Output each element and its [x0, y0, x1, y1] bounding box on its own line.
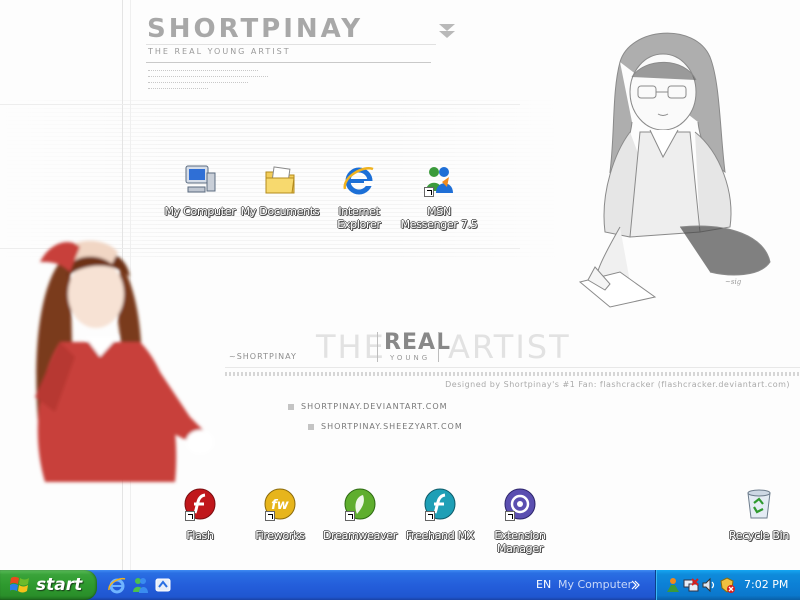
logo-rule [146, 44, 436, 45]
my-computer-label: My Computer [164, 205, 236, 218]
tagline-artist: ARTIST [448, 328, 571, 366]
recycle-bin-label: Recycle Bin [728, 529, 790, 542]
desktop-icon-my-computer[interactable]: My Computer [160, 163, 240, 218]
internet-explorer-icon[interactable] [108, 576, 126, 594]
chevron-down-icon [439, 24, 455, 38]
my-documents-label: My Documents [240, 205, 320, 218]
tagline-real: REAL [384, 330, 452, 355]
start-button[interactable]: start [0, 570, 97, 600]
desktop-icon-extension-manager[interactable]: Extension Manager [480, 487, 560, 555]
taskbar: start EN My Computer 7:02 PM [0, 570, 800, 600]
extension-manager-label: Extension Manager [494, 529, 546, 555]
start-label: start [36, 575, 83, 595]
wallpaper-fine-print [148, 88, 208, 92]
desktop-icon-flash[interactable]: Flash [160, 487, 240, 542]
desktop-icon-recycle-bin[interactable]: Recycle Bin [719, 487, 799, 542]
documents-folder-icon [265, 166, 295, 194]
wallpaper-fine-print [148, 70, 258, 74]
tagline-the: THE [316, 328, 386, 366]
msn-status-icon[interactable] [665, 577, 681, 593]
network-icon[interactable] [683, 577, 699, 593]
tagline-separator [377, 332, 378, 362]
windows-logo-icon [10, 576, 29, 593]
sheezyart-link-text: SHORTPINAY.SHEEZYART.COM [321, 422, 463, 431]
wallpaper-fine-print [148, 82, 248, 86]
msn-messenger-label: MSN Messenger 7.5 [400, 205, 478, 231]
wallpaper-link-row: SHORTPINAY.SHEEZYART.COM [308, 422, 463, 431]
wallpaper-dotted-band [225, 372, 800, 376]
deviantart-link-text: SHORTPINAY.DEVIANTART.COM [301, 402, 448, 411]
tagline-young: YOUNG [390, 354, 431, 362]
desktop-icon-dreamweaver[interactable]: Dreamweaver [320, 487, 400, 542]
dreamweaver-label: Dreamweaver [323, 529, 397, 542]
svg-text:~sig: ~sig [725, 278, 742, 286]
show-desktop-icon[interactable] [154, 576, 172, 594]
wallpaper-line [0, 104, 520, 105]
volume-icon[interactable] [701, 577, 717, 593]
shortcut-arrow-icon [424, 187, 434, 197]
recycle-bin-icon [747, 489, 771, 519]
pencil-sketch-girl-illustration: ~sig [578, 32, 771, 308]
internet-explorer-label: Internet Explorer [337, 205, 381, 231]
desktop-icon-fireworks[interactable]: fw Fireworks [240, 487, 320, 542]
shortcut-arrow-icon [185, 511, 195, 521]
desktop[interactable]: SHORTPINAY THE REAL YOUNG ARTIST ~sig ~S… [0, 0, 800, 570]
desktop-icon-my-documents[interactable]: My Documents [240, 163, 320, 218]
internet-explorer-icon [343, 166, 374, 195]
wallpaper-logo-title: SHORTPINAY [147, 14, 364, 44]
designer-credit: Designed by Shortpinay's #1 Fan: flashcr… [445, 380, 790, 389]
fireworks-label: Fireworks [255, 529, 305, 542]
tagline-handle: ~SHORTPINAY [229, 352, 297, 361]
desktop-icon-internet-explorer[interactable]: Internet Explorer [319, 163, 399, 231]
tagline-separator [438, 332, 439, 362]
logo-rule [146, 62, 431, 63]
bullet-square [308, 423, 314, 430]
freehand-label: Freehand MX [405, 529, 475, 542]
shortcut-arrow-icon [265, 511, 275, 521]
clock[interactable]: 7:02 PM [744, 578, 788, 591]
security-alert-icon[interactable] [719, 577, 735, 593]
msn-messenger-icon[interactable] [131, 576, 149, 594]
address-toolbar-label[interactable]: My Computer [558, 578, 632, 591]
wallpaper-logo-subtitle: THE REAL YOUNG ARTIST [148, 47, 291, 56]
shortcut-arrow-icon [425, 511, 435, 521]
wallpaper-fine-print [148, 76, 268, 80]
red-coat-girl-illustration [35, 240, 214, 482]
flash-label: Flash [186, 529, 214, 542]
system-tray: 7:02 PM [655, 570, 800, 600]
desktop-icon-msn-messenger[interactable]: MSN Messenger 7.5 [399, 163, 479, 231]
shortcut-arrow-icon [505, 511, 515, 521]
desktop-icon-freehand[interactable]: Freehand MX [400, 487, 480, 542]
wallpaper-line [225, 367, 800, 368]
computer-icon [185, 165, 216, 193]
wallpaper-link-row: SHORTPINAY.DEVIANTART.COM [288, 402, 448, 411]
bullet-square [288, 403, 294, 410]
language-indicator[interactable]: EN [536, 578, 551, 591]
double-chevron-icon[interactable] [630, 579, 640, 591]
shortcut-arrow-icon [345, 511, 355, 521]
